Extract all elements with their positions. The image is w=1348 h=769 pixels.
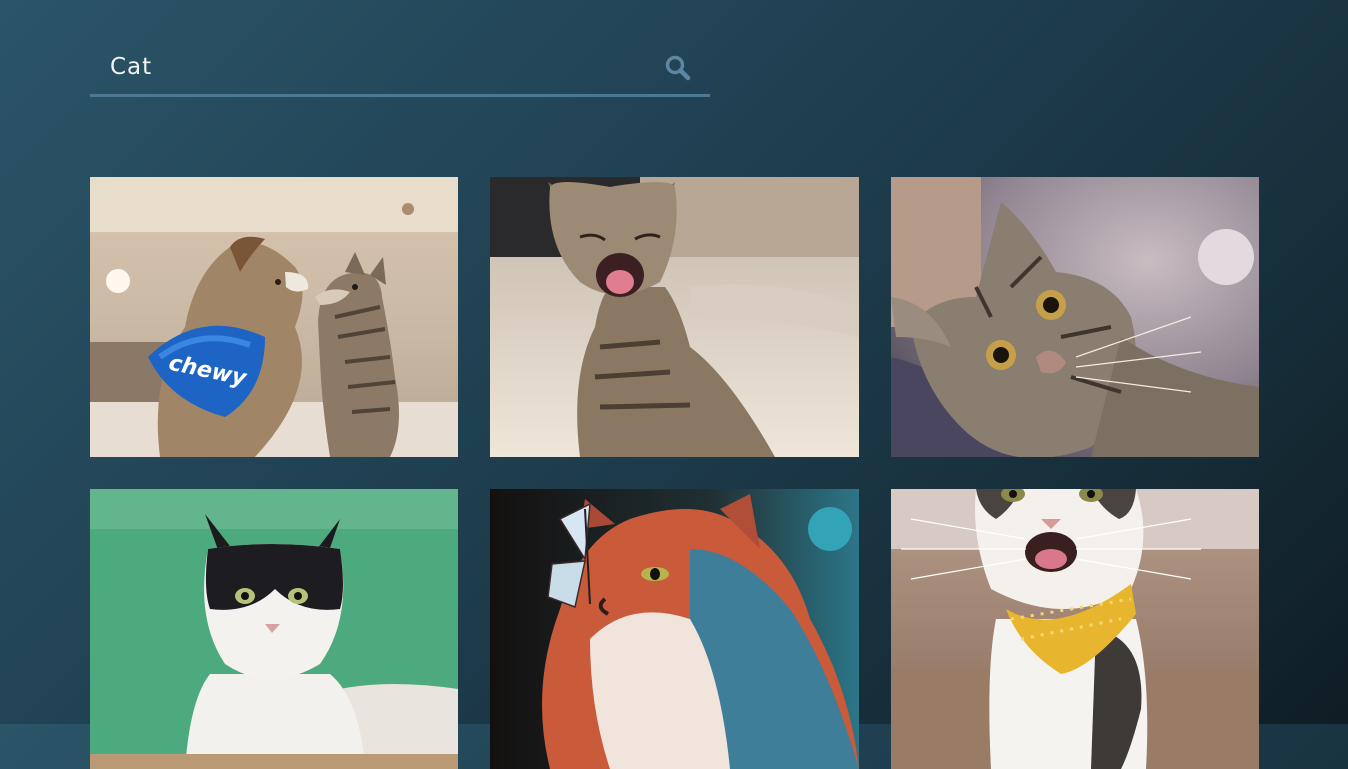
- black-white-cat-photo: [90, 489, 458, 769]
- gallery-image-black-white-cat[interactable]: [90, 489, 458, 769]
- yawning-kitten-photo: [490, 177, 859, 457]
- gallery-image-smiling-cat[interactable]: [891, 489, 1259, 769]
- smiling-cat-photo: [891, 489, 1259, 769]
- image-gallery: chewy: [90, 177, 1260, 769]
- gallery-image-dog-and-cat[interactable]: chewy: [90, 177, 458, 457]
- dog-and-cat-photo: chewy: [90, 177, 458, 457]
- search-input[interactable]: [90, 40, 650, 94]
- gallery-image-curious-tabby[interactable]: [891, 177, 1259, 457]
- curious-tabby-photo: [891, 177, 1259, 457]
- search-bar: [90, 40, 710, 97]
- gallery-image-yawning-kitten[interactable]: [490, 177, 859, 457]
- gallery-image-cat-with-butterfly[interactable]: [490, 489, 859, 769]
- search-icon[interactable]: [664, 54, 692, 82]
- cat-with-butterfly-photo: [490, 489, 859, 769]
